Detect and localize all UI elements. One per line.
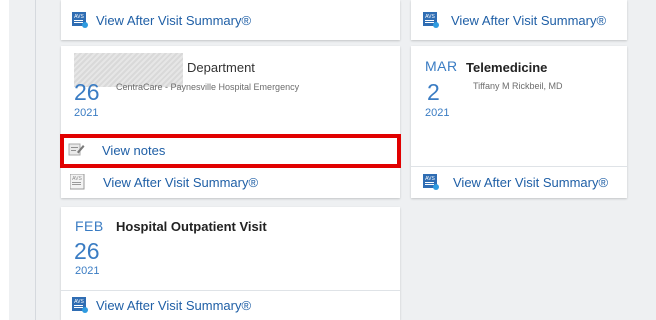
divider [61, 290, 400, 291]
avs-link-department[interactable]: AVS View After Visit Summary® [61, 170, 400, 196]
visit-provider: Tiffany M Rickbeil, MD [473, 81, 563, 91]
avs-link-top-right[interactable]: AVS View After Visit Summary® [411, 8, 627, 34]
visit-card-hospital-outpatient[interactable]: FEB Hospital Outpatient Visit 26 2021 AV… [61, 207, 400, 320]
left-panel [0, 0, 9, 320]
divider [411, 166, 627, 167]
visit-title: Telemedicine [466, 60, 548, 75]
visit-year: 2021 [75, 265, 100, 277]
visit-month: FEB [75, 218, 104, 234]
visit-card-top-right: AVS View After Visit Summary® [411, 0, 627, 40]
timeline-line [35, 0, 36, 320]
visit-card-department[interactable]: Department 26 CentraCare - Paynesville H… [61, 46, 400, 198]
avs-document-icon: AVS [72, 297, 88, 313]
avs-link-label[interactable]: View After Visit Summary® [103, 175, 258, 190]
visit-card-top-left: AVS View After Visit Summary® [61, 0, 400, 40]
avs-link-label[interactable]: View After Visit Summary® [96, 298, 251, 313]
visit-month: MAR [425, 58, 458, 74]
visit-year: 2021 [425, 107, 450, 119]
avs-link-label[interactable]: View After Visit Summary® [453, 175, 608, 190]
highlight-box [60, 134, 401, 168]
visit-day: 26 [74, 238, 100, 264]
visit-title: Department [187, 60, 255, 75]
avs-document-icon: AVS [72, 12, 88, 28]
avs-document-icon: AVS [70, 174, 85, 190]
visit-year: 2021 [74, 107, 99, 119]
avs-link-top-left[interactable]: AVS View After Visit Summary® [61, 8, 400, 34]
visit-title: Hospital Outpatient Visit [116, 219, 267, 234]
avs-document-icon: AVS [423, 174, 439, 190]
svg-text:AVS: AVS [72, 176, 82, 182]
avs-link-label[interactable]: View After Visit Summary® [451, 13, 606, 28]
visit-card-telemedicine[interactable]: MAR Telemedicine Tiffany M Rickbeil, MD … [411, 46, 627, 198]
svg-text:AVS: AVS [74, 14, 84, 20]
avs-link-telemedicine[interactable]: AVS View After Visit Summary® [411, 170, 627, 196]
svg-text:AVS: AVS [425, 14, 435, 20]
avs-document-icon: AVS [423, 12, 439, 28]
visit-day: 26 [74, 79, 100, 105]
visit-location: CentraCare - Paynesville Hospital Emerge… [116, 82, 300, 92]
avs-link-hospital[interactable]: AVS View After Visit Summary® [61, 293, 400, 319]
svg-text:AVS: AVS [425, 176, 435, 182]
avs-link-label[interactable]: View After Visit Summary® [96, 13, 251, 28]
svg-text:AVS: AVS [74, 299, 84, 305]
visit-day: 2 [427, 79, 440, 105]
